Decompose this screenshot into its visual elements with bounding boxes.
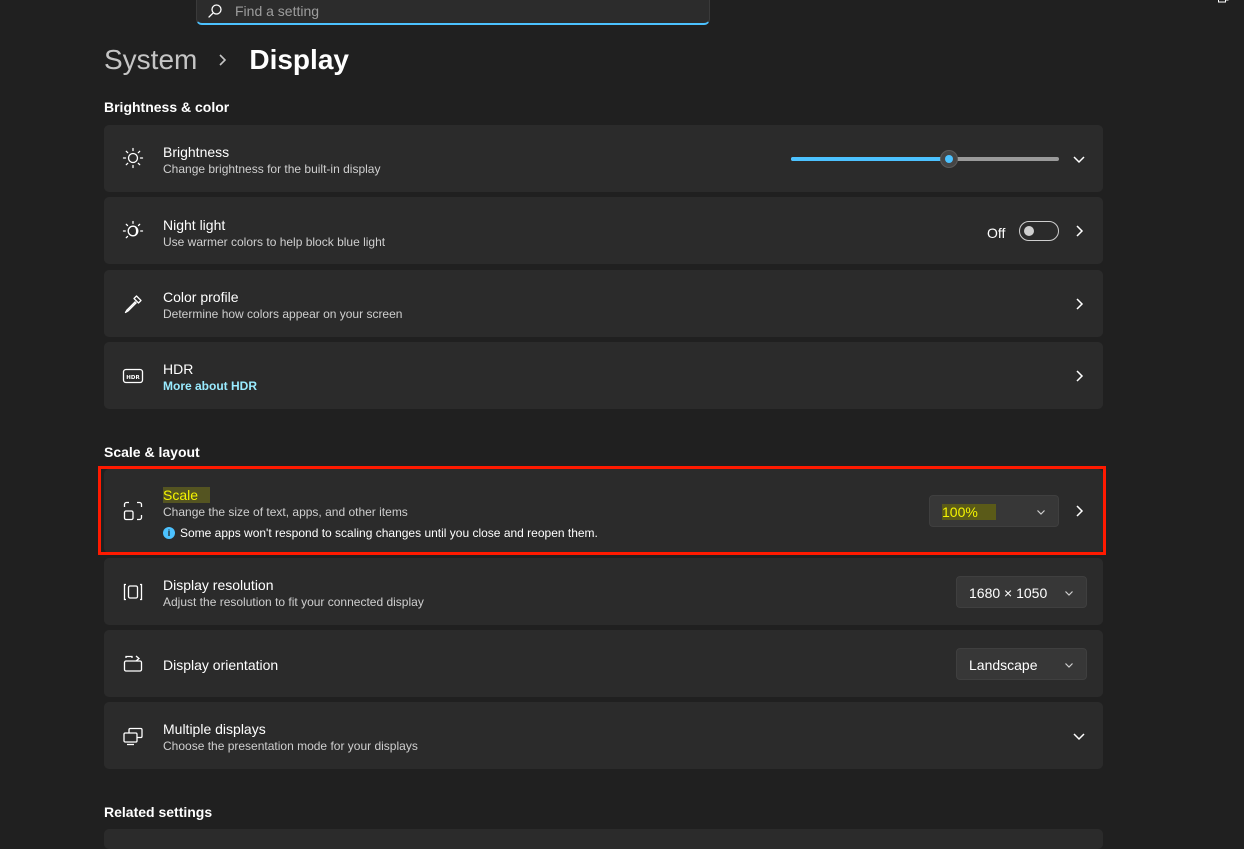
- breadcrumb-parent[interactable]: System: [104, 44, 197, 76]
- display-resolution-card[interactable]: Display resolution Adjust the resolution…: [104, 558, 1103, 625]
- chevron-right-icon: [219, 54, 227, 66]
- scale-title: Scale: [163, 487, 211, 503]
- orientation-dropdown[interactable]: Landscape: [956, 648, 1087, 680]
- eyedropper-icon: [124, 295, 142, 314]
- info-icon: i: [163, 527, 175, 539]
- chevron-down-icon: [1065, 591, 1073, 596]
- minimize-icon[interactable]: [1172, 0, 1184, 6]
- search-icon: [208, 4, 222, 18]
- chevron-down-icon: [1037, 510, 1045, 515]
- hdr-title: HDR: [163, 361, 194, 377]
- display-resolution-title: Display resolution: [163, 577, 274, 593]
- hdr-card[interactable]: HDR HDR More about HDR: [104, 342, 1103, 409]
- chevron-right-icon[interactable]: [1072, 369, 1086, 383]
- brightness-slider-fill: [791, 157, 950, 161]
- night-light-title: Night light: [163, 217, 226, 233]
- resolution-icon: [123, 583, 143, 601]
- orientation-dropdown-value: Landscape: [969, 657, 1038, 673]
- chevron-down-icon: [1065, 663, 1073, 668]
- resolution-dropdown[interactable]: 1680 × 1050: [956, 576, 1087, 608]
- section-title-scale-layout: Scale & layout: [104, 444, 200, 460]
- scale-icon: [123, 501, 143, 521]
- chevron-down-icon[interactable]: [1072, 729, 1086, 743]
- scale-title-text: Scale: [163, 487, 211, 503]
- breadcrumb: System Display: [104, 44, 349, 76]
- restore-icon[interactable]: [1217, 0, 1229, 6]
- toggle-knob: [1024, 226, 1034, 236]
- multiple-displays-icon: [123, 727, 143, 746]
- scale-dropdown-value: 100%: [942, 504, 996, 520]
- orientation-icon: [123, 655, 143, 672]
- display-resolution-subtitle: Adjust the resolution to fit your connec…: [163, 595, 424, 609]
- svg-text:HDR: HDR: [126, 375, 140, 381]
- color-profile-title: Color profile: [163, 289, 239, 305]
- night-light-card[interactable]: Night light Use warmer colors to help bl…: [104, 197, 1103, 264]
- chevron-right-icon[interactable]: [1072, 297, 1086, 311]
- sun-icon: [122, 147, 144, 169]
- scale-note: Some apps won't respond to scaling chang…: [180, 526, 598, 540]
- display-orientation-card[interactable]: Display orientation Landscape: [104, 630, 1103, 697]
- chevron-right-icon[interactable]: [1072, 224, 1086, 238]
- hdr-link[interactable]: More about HDR: [163, 379, 257, 393]
- chevron-right-icon[interactable]: [1072, 504, 1086, 518]
- chevron-down-icon[interactable]: [1072, 152, 1086, 166]
- night-light-subtitle: Use warmer colors to help block blue lig…: [163, 235, 386, 249]
- search-box[interactable]: [196, 0, 710, 25]
- resolution-dropdown-value: 1680 × 1050: [969, 585, 1048, 601]
- page-title: Display: [249, 44, 349, 75]
- hdr-icon: HDR: [122, 368, 144, 384]
- section-title-related-settings: Related settings: [104, 804, 213, 820]
- brightness-card[interactable]: Brightness Change brightness for the bui…: [104, 125, 1103, 192]
- multiple-displays-subtitle: Choose the presentation mode for your di…: [163, 739, 418, 753]
- scale-dropdown[interactable]: 100%: [929, 495, 1059, 527]
- display-orientation-title: Display orientation: [163, 657, 279, 673]
- brightness-title: Brightness: [163, 144, 230, 160]
- related-settings-card[interactable]: [104, 829, 1103, 849]
- night-light-toggle[interactable]: [1019, 221, 1059, 241]
- multiple-displays-title: Multiple displays: [163, 721, 266, 737]
- brightness-subtitle: Change brightness for the built-in displ…: [163, 162, 381, 176]
- brightness-slider[interactable]: [791, 150, 1059, 168]
- night-light-state-label: Off: [987, 225, 1006, 241]
- scale-subtitle: Change the size of text, apps, and other…: [163, 505, 408, 519]
- color-profile-card[interactable]: Color profile Determine how colors appea…: [104, 270, 1103, 337]
- search-input[interactable]: [235, 1, 695, 21]
- scale-card[interactable]: Scale Change the size of text, apps, and…: [104, 469, 1103, 553]
- night-light-icon: [122, 220, 144, 239]
- section-title-brightness-color: Brightness & color: [104, 99, 230, 115]
- multiple-displays-card[interactable]: Multiple displays Choose the presentatio…: [104, 702, 1103, 769]
- brightness-slider-thumb[interactable]: [940, 150, 959, 168]
- color-profile-subtitle: Determine how colors appear on your scre…: [163, 307, 403, 321]
